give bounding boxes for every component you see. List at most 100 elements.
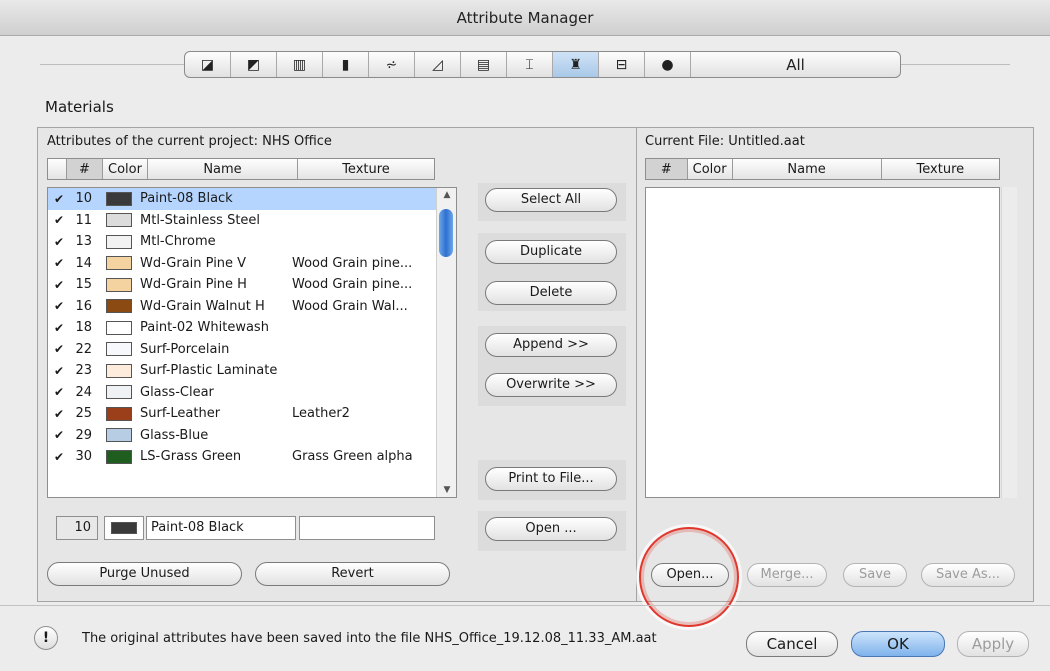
- project-attributes-title: Attributes of the current project: NHS O…: [47, 134, 332, 149]
- save-as-button[interactable]: Save As...: [921, 563, 1015, 587]
- material-name: Surf-Porcelain: [140, 341, 230, 357]
- material-row[interactable]: ✔ 15 Wd-Grain Pine H Wood Grain pine...: [48, 274, 456, 296]
- fill-types-icon[interactable]: ⩫: [369, 52, 415, 77]
- checkmark-icon[interactable]: ✔: [48, 192, 70, 206]
- print-to-file-button[interactable]: Print to File...: [485, 467, 617, 491]
- delete-button[interactable]: Delete: [485, 281, 617, 305]
- duplicate-button[interactable]: Duplicate: [485, 240, 617, 264]
- section-title: Materials: [45, 98, 114, 116]
- edit-name-field[interactable]: Paint-08 Black: [146, 516, 296, 540]
- checkmark-icon[interactable]: ✔: [48, 428, 70, 442]
- material-row[interactable]: ✔ 24 Glass-Clear: [48, 382, 456, 404]
- materials-list[interactable]: ✔ 10 Paint-08 Black ✔ 11 Mtl-Stainless Steel ✔…: [47, 187, 457, 498]
- all-categories-button[interactable]: All: [691, 52, 900, 77]
- material-row[interactable]: ✔ 13 Mtl-Chrome: [48, 231, 456, 253]
- checkmark-icon[interactable]: ✔: [48, 299, 70, 313]
- checkmark-icon[interactable]: ✔: [48, 407, 70, 421]
- checkmark-icon[interactable]: ✔: [48, 450, 70, 464]
- cancel-button[interactable]: Cancel: [746, 631, 838, 657]
- markup-styles-icon[interactable]: ⊟: [599, 52, 645, 77]
- material-row[interactable]: ✔ 23 Surf-Plastic Laminate: [48, 360, 456, 382]
- scrollbar-thumb[interactable]: [439, 209, 453, 257]
- toolbar-divider-right: [900, 64, 1010, 65]
- edit-texture-field[interactable]: [299, 516, 435, 540]
- merge-button[interactable]: Merge...: [747, 563, 827, 587]
- select-all-button[interactable]: Select All: [485, 188, 617, 212]
- material-name: Surf-Plastic Laminate: [140, 363, 278, 379]
- checkmark-icon[interactable]: ✔: [48, 256, 70, 270]
- header-color[interactable]: Color: [688, 159, 733, 179]
- header-number[interactable]: #: [646, 159, 688, 179]
- checkmark-icon[interactable]: ✔: [48, 278, 70, 292]
- material-row[interactable]: ✔ 16 Wd-Grain Walnut H Wood Grain Wal...: [48, 296, 456, 318]
- overwrite-button[interactable]: Overwrite >>: [485, 373, 617, 397]
- material-name: Glass-Blue: [140, 427, 209, 443]
- material-number: 29: [75, 427, 92, 443]
- edit-color-swatch[interactable]: [104, 516, 144, 540]
- material-row[interactable]: ✔ 11 Mtl-Stainless Steel: [48, 210, 456, 232]
- save-button[interactable]: Save: [843, 563, 907, 587]
- checkmark-icon[interactable]: ✔: [48, 364, 70, 378]
- material-row[interactable]: ✔ 29 Glass-Blue: [48, 425, 456, 447]
- current-file-title: Current File: Untitled.aat: [645, 134, 805, 149]
- zones-icon[interactable]: ⌶: [507, 52, 553, 77]
- info-icon: !: [34, 626, 58, 650]
- composites-icon[interactable]: ◿: [415, 52, 461, 77]
- material-color-swatch: [106, 191, 132, 206]
- pens-icon[interactable]: ▥: [277, 52, 323, 77]
- header-texture[interactable]: Texture: [882, 159, 999, 179]
- material-color-swatch: [106, 256, 132, 271]
- scroll-down-icon[interactable]: ▼: [437, 485, 457, 495]
- material-color-swatch: [106, 342, 132, 357]
- footer-divider: [0, 605, 1050, 606]
- material-row[interactable]: ✔ 22 Surf-Porcelain: [48, 339, 456, 361]
- apply-button[interactable]: Apply: [957, 631, 1029, 657]
- material-name: Mtl-Stainless Steel: [140, 212, 261, 228]
- material-number: 10: [75, 191, 92, 207]
- header-name[interactable]: Name: [733, 159, 882, 179]
- checkmark-icon[interactable]: ✔: [48, 342, 70, 356]
- material-row[interactable]: ✔ 30 LS-Grass Green Grass Green alpha: [48, 446, 456, 468]
- checkmark-icon[interactable]: ✔: [48, 213, 70, 227]
- material-texture: Wood Grain pine...: [292, 277, 413, 293]
- header-texture[interactable]: Texture: [298, 159, 434, 179]
- ok-button[interactable]: OK: [851, 631, 945, 657]
- revert-button[interactable]: Revert: [255, 562, 450, 586]
- header-number[interactable]: #: [67, 159, 103, 179]
- layer-combinations-icon[interactable]: ◩: [231, 52, 277, 77]
- material-row[interactable]: ✔ 10 Paint-08 Black: [48, 188, 456, 210]
- layers-icon[interactable]: ◪: [185, 52, 231, 77]
- checkmark-icon[interactable]: ✔: [48, 321, 70, 335]
- material-number: 22: [75, 341, 92, 357]
- material-texture: Wood Grain Wal...: [292, 298, 408, 314]
- status-message: The original attributes have been saved …: [82, 631, 657, 646]
- purge-unused-button[interactable]: Purge Unused: [47, 562, 242, 586]
- profiles-icon[interactable]: ▤: [461, 52, 507, 77]
- material-row[interactable]: ✔ 18 Paint-02 Whitewash: [48, 317, 456, 339]
- material-color-swatch: [106, 406, 132, 421]
- material-number: 11: [75, 212, 92, 228]
- material-number: 18: [75, 320, 92, 336]
- materials-icon[interactable]: ♜: [553, 52, 599, 77]
- open-library-button[interactable]: Open ...: [485, 517, 617, 541]
- locations-icon[interactable]: ●: [645, 52, 691, 77]
- scroll-up-icon[interactable]: ▲: [437, 190, 457, 200]
- checkmark-icon[interactable]: ✔: [48, 385, 70, 399]
- material-number: 13: [75, 234, 92, 250]
- material-color-swatch: [106, 449, 132, 464]
- checkmark-icon[interactable]: ✔: [48, 235, 70, 249]
- current-file-list[interactable]: [645, 187, 1000, 498]
- material-name: LS-Grass Green: [140, 449, 242, 465]
- material-color-swatch: [106, 277, 132, 292]
- header-check-column: [48, 159, 67, 179]
- header-color[interactable]: Color: [103, 159, 148, 179]
- material-texture: Wood Grain pine...: [292, 255, 413, 271]
- header-name[interactable]: Name: [148, 159, 298, 179]
- line-types-icon[interactable]: ▮: [323, 52, 369, 77]
- material-color-swatch: [106, 385, 132, 400]
- material-row[interactable]: ✔ 25 Surf-Leather Leather2: [48, 403, 456, 425]
- window-title: Attribute Manager: [0, 0, 1050, 36]
- material-row[interactable]: ✔ 14 Wd-Grain Pine V Wood Grain pine...: [48, 253, 456, 275]
- append-button[interactable]: Append >>: [485, 333, 617, 357]
- current-file-scrollbar[interactable]: [1001, 187, 1017, 498]
